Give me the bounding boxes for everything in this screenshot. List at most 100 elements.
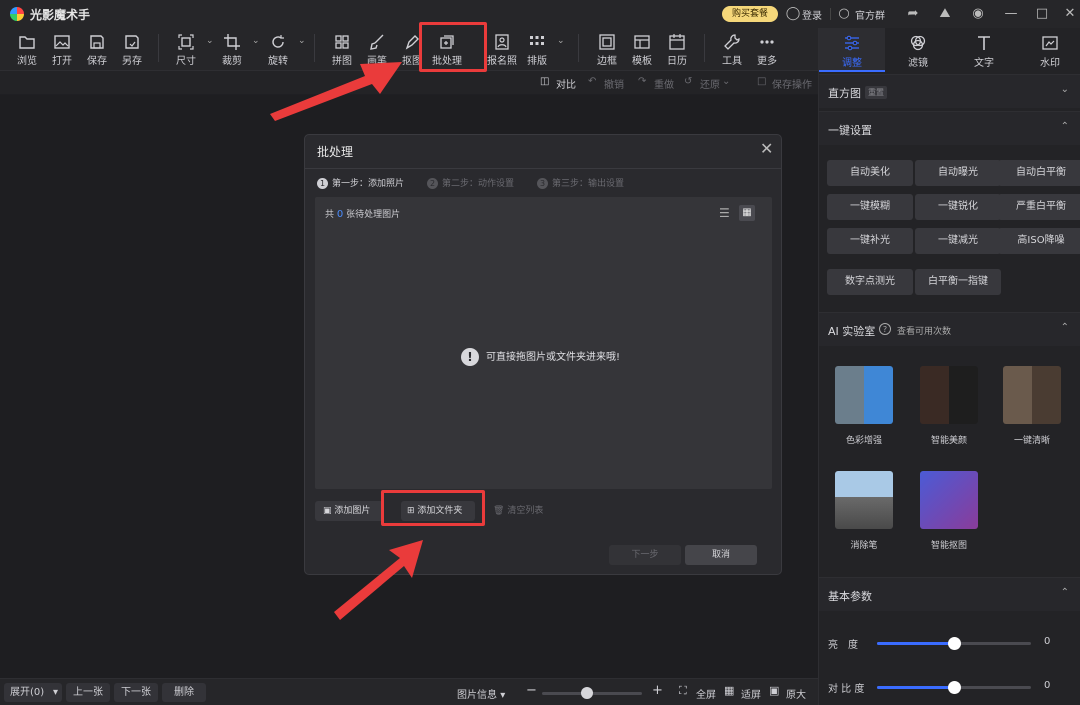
- fit-screen-icon[interactable]: ▦: [724, 684, 734, 697]
- toolbar-save[interactable]: 保存: [77, 30, 117, 70]
- redo-button[interactable]: 重做: [654, 76, 674, 91]
- official-group-link[interactable]: 官方群: [855, 7, 885, 22]
- basic-params-header[interactable]: 基本参数 ⌃: [819, 577, 1080, 611]
- delete-button[interactable]: 删除: [162, 683, 206, 702]
- toolbar-more[interactable]: 更多: [747, 30, 787, 70]
- chat-icon[interactable]: ○: [836, 6, 852, 22]
- ai-one-click-clear-card[interactable]: 一键清晰: [1002, 366, 1062, 446]
- toolbar-rotate[interactable]: 旋转: [258, 30, 298, 70]
- contrast-slider[interactable]: [877, 681, 1031, 694]
- one-click-sharpen-button[interactable]: 一键锐化: [915, 194, 1001, 220]
- toolbar-crop[interactable]: 裁剪: [212, 30, 252, 70]
- undo-button[interactable]: 撤销: [604, 76, 624, 91]
- tab-filter[interactable]: 滤镜: [885, 28, 951, 72]
- compare-icon[interactable]: ◫: [540, 76, 549, 87]
- step-3: 3 第三步：输出设置: [537, 176, 624, 189]
- close-icon[interactable]: ✕: [1062, 6, 1078, 22]
- buy-plan-button[interactable]: 购买套餐: [722, 6, 778, 22]
- user-icon[interactable]: ◯: [785, 6, 801, 22]
- prev-image-button[interactable]: 上一张: [66, 683, 110, 702]
- ai-smart-beauty-card[interactable]: 智能美颜: [919, 366, 979, 446]
- tab-adjust[interactable]: 调整: [819, 28, 885, 72]
- auto-exposure-button[interactable]: 自动曝光: [915, 160, 1001, 186]
- toolbar-tools[interactable]: 工具: [712, 30, 752, 70]
- minimize-icon[interactable]: —: [1003, 6, 1019, 22]
- close-icon[interactable]: ✕: [760, 139, 773, 158]
- toolbar-layout[interactable]: 排版: [517, 30, 557, 70]
- expand-dropdown[interactable]: 展开(0) ▾: [4, 683, 62, 702]
- toolbar-calendar[interactable]: 日历: [657, 30, 697, 70]
- brightness-row: 亮 度 0: [828, 636, 1051, 651]
- ai-smart-cutout-card[interactable]: 智能抠图: [919, 471, 979, 551]
- fullscreen-icon[interactable]: ⛶: [679, 684, 687, 698]
- undo-icon[interactable]: ↶: [588, 76, 596, 87]
- toolbar-separator: [704, 34, 705, 62]
- save-operation-button[interactable]: 保存操作: [772, 76, 812, 91]
- image-info-dropdown[interactable]: 图片信息 ▾: [457, 686, 505, 701]
- drop-zone[interactable]: 共 0 张待处理图片 ☰ ▦ ! 可直接拖图片或文件夹进来哦!: [315, 197, 772, 489]
- chevron-down-icon[interactable]: ⌄: [557, 36, 565, 46]
- histogram-header[interactable]: 直方图 重置 ⌄: [819, 74, 1080, 108]
- toolbar-template[interactable]: 模板: [622, 30, 662, 70]
- one-click-header[interactable]: 一键设置 ⌃: [819, 111, 1080, 145]
- help-icon[interactable]: ?: [879, 323, 891, 335]
- zoom-slider[interactable]: [542, 687, 642, 699]
- brightness-slider[interactable]: [877, 637, 1031, 650]
- one-click-blur-button[interactable]: 一键模糊: [827, 194, 913, 220]
- next-image-button[interactable]: 下一张: [114, 683, 158, 702]
- contrast-slider-handle[interactable]: [948, 681, 961, 694]
- fit-screen-button[interactable]: 适屏: [741, 686, 761, 701]
- tab-text[interactable]: 文字: [951, 28, 1017, 72]
- restore-icon[interactable]: ↺: [684, 76, 692, 87]
- skin-icon[interactable]: ⛰: [937, 6, 953, 22]
- toolbar-id-photo[interactable]: 报名照: [482, 30, 522, 70]
- auto-beautify-button[interactable]: 自动美化: [827, 160, 913, 186]
- toolbar-brush[interactable]: 画笔: [357, 30, 397, 70]
- add-photo-button[interactable]: ▣ 添加图片: [315, 501, 383, 521]
- cancel-button[interactable]: 取消: [685, 545, 757, 565]
- fill-light-button[interactable]: 一键补光: [827, 228, 913, 254]
- high-iso-denoise-button[interactable]: 高ISO降噪: [998, 228, 1080, 254]
- settings-icon[interactable]: ◉: [970, 6, 986, 22]
- reduce-light-button[interactable]: 一键减光: [915, 228, 1001, 254]
- next-step-button[interactable]: 下一步: [609, 545, 681, 565]
- chevron-down-icon: ⌄: [1060, 84, 1069, 95]
- clear-list-button[interactable]: 🗑 清空列表: [493, 501, 563, 521]
- toolbar-save-as[interactable]: 另存: [112, 30, 152, 70]
- toolbar-frame[interactable]: 边框: [587, 30, 627, 70]
- zoom-out-icon[interactable]: −: [526, 683, 537, 698]
- brush-icon: [370, 34, 384, 50]
- toolbar-open[interactable]: 打开: [42, 30, 82, 70]
- maximize-icon[interactable]: □: [1034, 6, 1050, 22]
- brightness-slider-handle[interactable]: [948, 637, 961, 650]
- tab-watermark[interactable]: 水印: [1017, 28, 1080, 72]
- white-balance-picker-button[interactable]: 白平衡一指键: [915, 269, 1001, 295]
- share-icon[interactable]: ➦: [905, 6, 921, 22]
- compare-button[interactable]: 对比: [556, 76, 576, 91]
- restore-button[interactable]: 还原: [700, 76, 720, 91]
- login-link[interactable]: 登录: [802, 7, 822, 22]
- zoom-slider-handle[interactable]: [581, 687, 593, 699]
- view-quota-link[interactable]: 查看可用次数: [897, 324, 951, 337]
- original-size-button[interactable]: 原大: [786, 686, 806, 701]
- reset-badge[interactable]: 重置: [865, 86, 887, 99]
- edit-subbar: ◫ 对比 ↶ 撤销 ↷ 重做 ↺ 还原 ⌄ □ 保存操作: [0, 70, 818, 94]
- list-view-icon[interactable]: ☰: [719, 206, 730, 220]
- ai-color-enhance-card[interactable]: 色彩增强: [834, 366, 894, 446]
- chevron-down-icon[interactable]: ⌄: [298, 36, 306, 46]
- fullscreen-button[interactable]: 全屏: [696, 686, 716, 701]
- auto-white-balance-button[interactable]: 自动白平衡: [998, 160, 1080, 186]
- save-op-icon[interactable]: □: [757, 76, 766, 87]
- toolbar-browse[interactable]: 浏览: [7, 30, 47, 70]
- zoom-in-icon[interactable]: +: [652, 683, 663, 698]
- ai-lab-header[interactable]: AI 实验室 ? 查看可用次数 ⌃: [819, 312, 1080, 346]
- ai-eraser-card[interactable]: 消除笔: [834, 471, 894, 551]
- toolbar-size[interactable]: 尺寸: [166, 30, 206, 70]
- chevron-down-icon[interactable]: ⌄: [722, 76, 730, 87]
- original-size-icon[interactable]: ▣: [769, 684, 779, 697]
- severe-white-balance-button[interactable]: 严重白平衡: [998, 194, 1080, 220]
- redo-icon[interactable]: ↷: [638, 76, 646, 87]
- spot-metering-button[interactable]: 数字点测光: [827, 269, 913, 295]
- grid-view-icon[interactable]: ▦: [739, 205, 755, 221]
- toolbar-collage[interactable]: 拼图: [322, 30, 362, 70]
